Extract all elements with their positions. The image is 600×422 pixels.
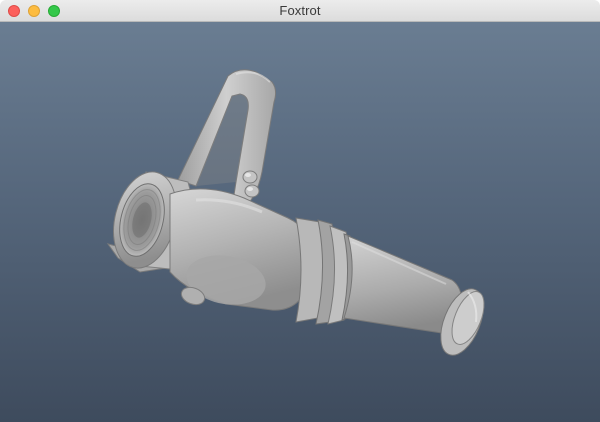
nozzle-model[interactable] bbox=[0, 22, 600, 422]
window-title: Foxtrot bbox=[279, 3, 321, 18]
title-bar[interactable]: Foxtrot bbox=[0, 0, 600, 22]
nozzle-body bbox=[169, 188, 314, 311]
app-window: Foxtrot bbox=[0, 0, 600, 422]
collar-rings bbox=[295, 217, 355, 325]
3d-viewport[interactable] bbox=[0, 22, 600, 422]
handle bbox=[177, 69, 277, 209]
